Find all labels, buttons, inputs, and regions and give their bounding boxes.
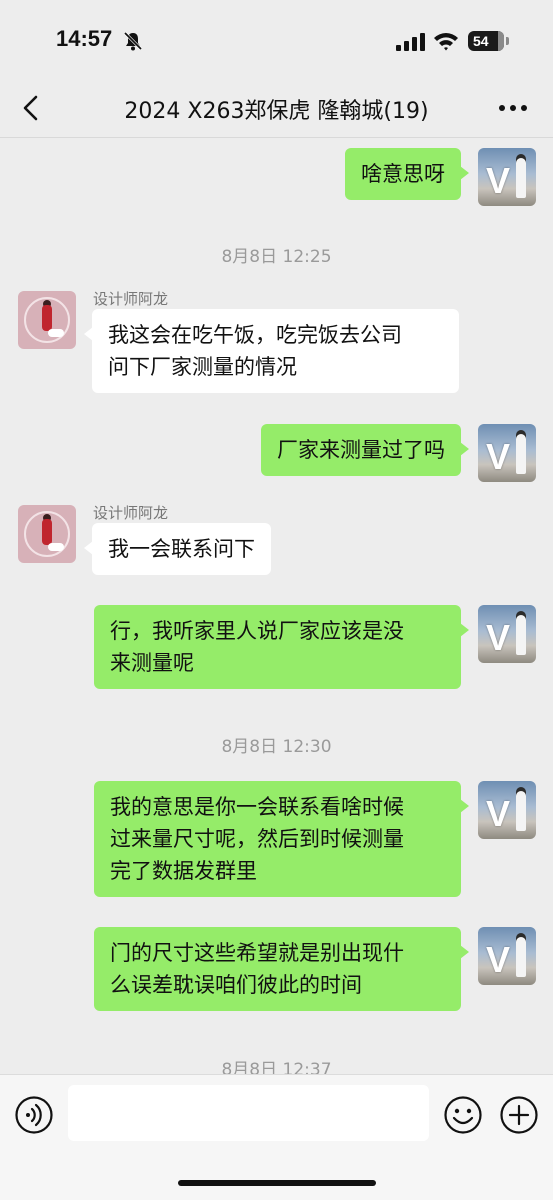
avatar-letter: V: [486, 436, 511, 477]
message-line: 行，我听家里人说厂家应该是没: [110, 619, 404, 643]
other-message-bubble[interactable]: 我这会在吃午饭，吃完饭去公司 问下厂家测量的情况: [84, 309, 459, 393]
message-line: 我这会在吃午饭，吃完饭去公司: [108, 323, 402, 347]
sender-name: 设计师阿龙: [93, 504, 169, 522]
avatar-letter: V: [486, 160, 511, 201]
message-line: 么误差耽误咱们彼此的时间: [110, 973, 362, 997]
nav-bar: 2024 X263郑保虎 隆翰城(19): [0, 80, 553, 138]
avatar-figure: [516, 615, 526, 655]
bell-muted-icon: [123, 31, 143, 51]
message-text: 厂家来测量过了吗: [277, 438, 445, 462]
avatar-dog: [48, 543, 64, 551]
avatar-figure: [516, 158, 526, 198]
avatar-figure: [516, 937, 526, 977]
message-line: 完了数据发群里: [110, 859, 257, 883]
battery-empty-portion: [498, 31, 504, 51]
timestamp: 8月8日 12:25: [221, 247, 332, 267]
timestamp: 8月8日 12:30: [221, 737, 332, 757]
avatar-figure: [516, 791, 526, 831]
sender-avatar[interactable]: [18, 291, 76, 349]
cellular-signal-icon: [396, 33, 425, 51]
chat-title: 2024 X263郑保虎 隆翰城(19): [124, 99, 429, 124]
message-text: 我一会联系问下: [108, 537, 255, 561]
more-options-icon[interactable]: [498, 104, 528, 112]
sender-name: 设计师阿龙: [93, 290, 169, 308]
status-bar: 14:57 54: [0, 0, 553, 80]
status-time: 14:57: [56, 26, 113, 51]
self-avatar[interactable]: V: [478, 424, 536, 482]
back-arrow-icon[interactable]: [18, 94, 44, 122]
self-avatar[interactable]: V: [478, 605, 536, 663]
other-message-bubble[interactable]: 我一会联系问下: [84, 523, 271, 575]
plus-icon[interactable]: [499, 1095, 539, 1135]
home-indicator[interactable]: [178, 1180, 376, 1186]
avatar-letter: V: [486, 939, 511, 980]
self-avatar[interactable]: V: [478, 781, 536, 839]
self-message-bubble[interactable]: 门的尺寸这些希望就是别出现什 么误差耽误咱们彼此的时间: [94, 927, 469, 1011]
self-message-bubble[interactable]: 厂家来测量过了吗: [261, 424, 469, 476]
message-text: 啥意思呀: [361, 162, 445, 186]
battery-tip: [506, 37, 509, 45]
self-message-bubble[interactable]: 啥意思呀: [345, 148, 469, 200]
self-avatar[interactable]: V: [478, 927, 536, 985]
message-line: 来测量呢: [110, 651, 194, 675]
message-line: 我的意思是你一会联系看啥时候: [110, 795, 404, 819]
sender-avatar[interactable]: [18, 505, 76, 563]
battery-indicator: 54: [468, 31, 504, 51]
battery-level: 54: [473, 33, 489, 49]
emoji-icon[interactable]: [443, 1095, 483, 1135]
avatar-letter: V: [486, 617, 511, 658]
message-line: 问下厂家测量的情况: [108, 355, 297, 379]
avatar-person: [42, 519, 52, 545]
message-input[interactable]: [68, 1085, 429, 1141]
voice-input-icon[interactable]: [14, 1095, 54, 1135]
self-message-bubble[interactable]: 行，我听家里人说厂家应该是没 来测量呢: [94, 605, 469, 689]
avatar-figure: [516, 434, 526, 474]
message-line: 门的尺寸这些希望就是别出现什: [110, 941, 404, 965]
avatar-dog: [48, 329, 64, 337]
message-line: 过来量尺寸呢，然后到时候测量: [110, 827, 404, 851]
avatar-letter: V: [486, 793, 511, 834]
avatar-person: [42, 305, 52, 331]
self-avatar[interactable]: V: [478, 148, 536, 206]
wifi-icon: [434, 33, 458, 51]
self-message-bubble[interactable]: 我的意思是你一会联系看啥时候 过来量尺寸呢，然后到时候测量 完了数据发群里: [94, 781, 469, 897]
